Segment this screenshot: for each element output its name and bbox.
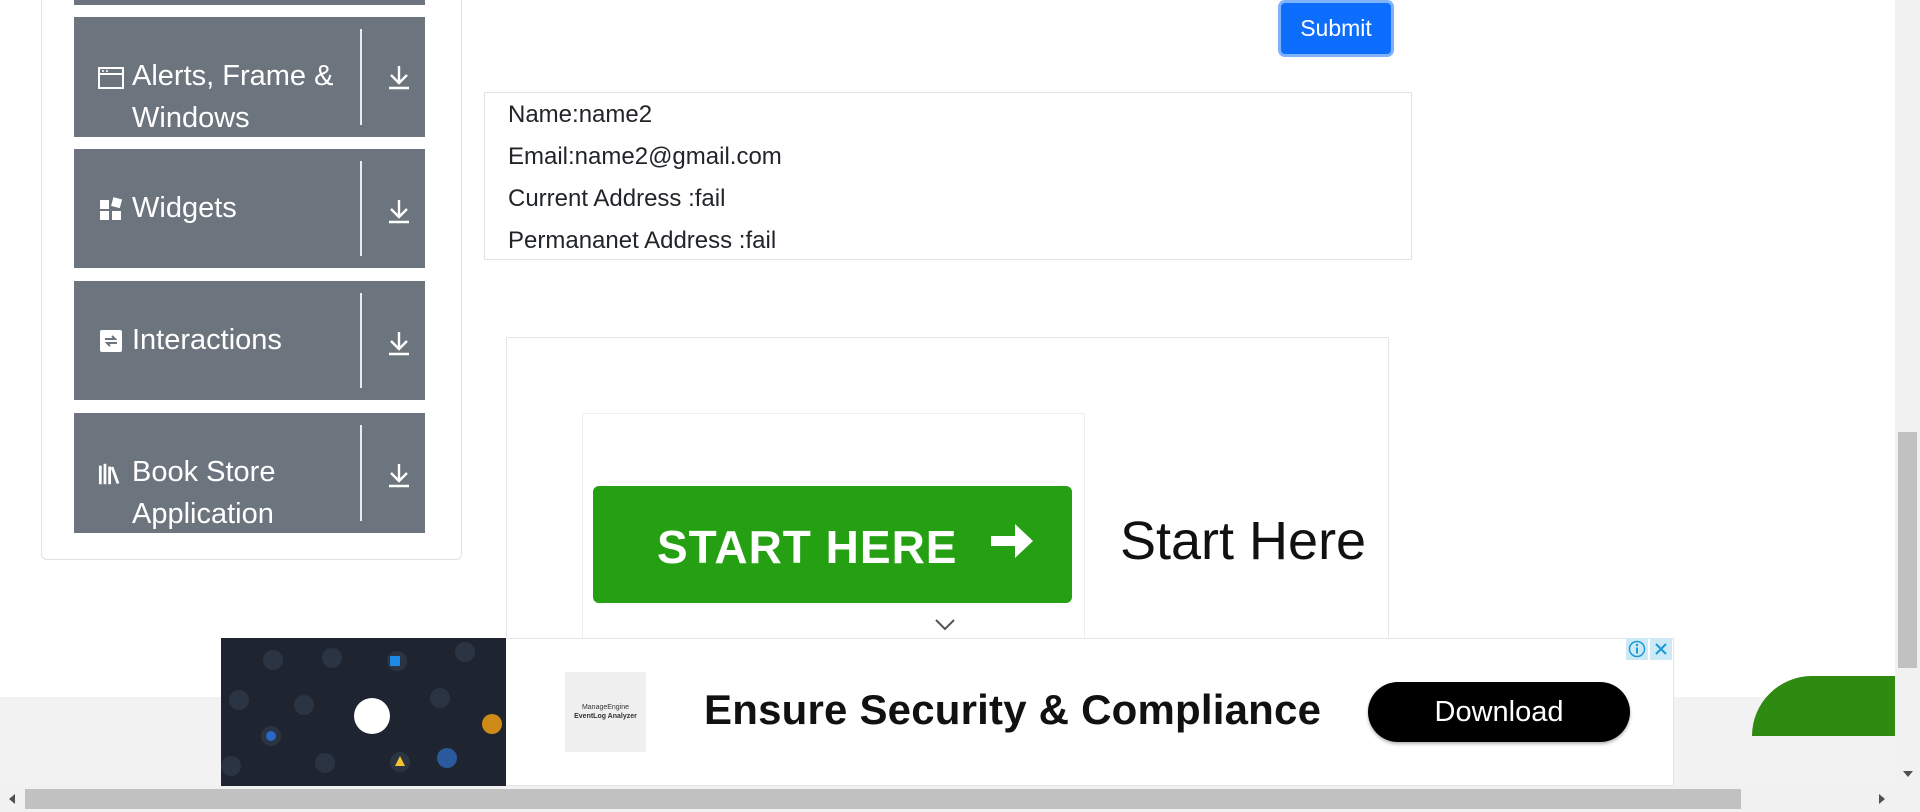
scroll-down-arrow-icon[interactable] — [1898, 764, 1918, 784]
close-icon[interactable] — [1650, 638, 1672, 660]
scroll-left-arrow-icon[interactable] — [2, 789, 22, 809]
sidebar-group-interactions[interactable]: Interactions — [74, 281, 425, 400]
sidebar-group-label-line2: Application — [132, 498, 274, 530]
divider — [360, 293, 362, 388]
output-permanent-address: Permananet Address :fail — [508, 227, 777, 254]
submit-button[interactable]: Submit — [1278, 0, 1394, 57]
output-current-address: Current Address :fail — [508, 185, 726, 212]
vertical-scrollbar[interactable] — [1895, 0, 1920, 786]
divider — [360, 425, 362, 521]
sidebar-group-label: Book Store — [132, 456, 276, 488]
sidebar-group-label: Interactions — [132, 324, 282, 356]
horizontal-scrollbar-thumb[interactable] — [25, 789, 1741, 809]
sidebar-group-previous — [74, 0, 425, 5]
sidebar-group-book-store-application[interactable]: Book Store Application — [74, 413, 425, 533]
download-arrow-icon[interactable] — [374, 191, 424, 231]
ad-info-icon[interactable] — [1626, 638, 1648, 660]
divider — [360, 29, 362, 125]
start-here-button-label: START HERE — [657, 521, 958, 573]
download-arrow-icon[interactable] — [374, 455, 424, 495]
chevron-down-icon[interactable] — [934, 618, 956, 637]
interactions-icon — [98, 328, 124, 354]
arrow-right-icon — [987, 516, 1037, 571]
widgets-icon — [98, 196, 124, 222]
sidebar-group-label-line2: Windows — [132, 102, 250, 134]
banner-ad-image[interactable] — [221, 638, 506, 786]
books-icon — [98, 461, 124, 487]
advertiser-logo[interactable]: ManageEngine EventLog Analyzer — [565, 672, 646, 752]
sidebar-group-label: Widgets — [132, 192, 237, 224]
sidebar-group-label: Alerts, Frame & — [132, 60, 334, 92]
download-button[interactable]: Download — [1368, 682, 1630, 742]
sidebar-group-alerts-frame-windows[interactable]: Alerts, Frame & Windows — [74, 17, 425, 137]
download-arrow-icon[interactable] — [374, 323, 424, 363]
window-icon — [98, 65, 124, 91]
output-panel: Name:name2 Email:name2@gmail.com Current… — [484, 92, 1412, 260]
floating-widget[interactable] — [1752, 676, 1912, 736]
logo-line1: ManageEngine — [581, 704, 630, 711]
divider — [360, 161, 362, 256]
start-here-heading[interactable]: Start Here — [1120, 510, 1366, 572]
output-name: Name:name2 — [508, 101, 653, 128]
logo-line2: EventLog Analyzer — [574, 713, 637, 720]
banner-headline[interactable]: Ensure Security & Compliance — [704, 686, 1321, 734]
download-arrow-icon[interactable] — [374, 57, 424, 97]
start-here-button[interactable]: START HERE — [593, 486, 1072, 603]
vertical-scrollbar-thumb[interactable] — [1898, 432, 1917, 668]
sidebar-group-widgets[interactable]: Widgets — [74, 149, 425, 268]
output-email: Email:name2@gmail.com — [508, 143, 782, 170]
scroll-right-arrow-icon[interactable] — [1872, 789, 1892, 809]
